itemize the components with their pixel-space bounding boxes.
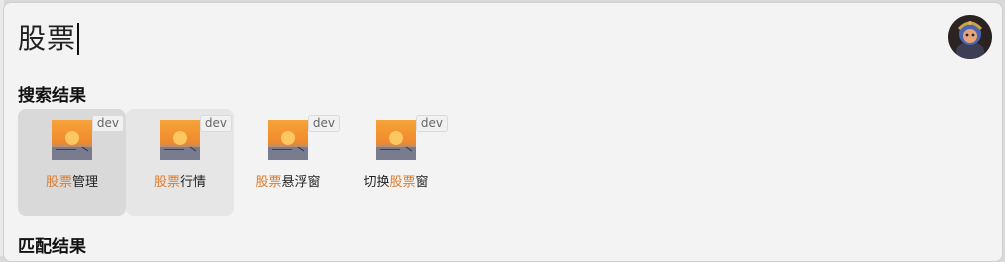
highlight-text: 股票 [255,175,282,190]
match-results-heading: 匹配结果 [18,237,86,257]
result-item-stock-quotes[interactable]: dev 股票行情 [126,109,234,216]
dev-badge: dev [91,115,124,132]
dev-badge: dev [199,115,232,132]
result-item-stock-floating-window[interactable]: dev 股票悬浮窗 [234,109,342,216]
sunset-sea-thumbnail-icon [52,120,92,160]
result-label: 股票悬浮窗 [255,175,321,190]
user-avatar[interactable] [948,15,992,59]
result-label: 股票管理 [45,175,99,190]
result-item-switch-stock-window[interactable]: dev 切换股票窗 [342,109,450,216]
avatar-image-icon [948,15,992,59]
launcher-panel: 股票 搜索结果 dev 股票管理 dev 股票行情 dev 股票悬浮窗 dev … [3,2,1003,262]
result-label: 切换股票窗 [363,175,429,190]
sunset-sea-thumbnail-icon [268,120,308,160]
highlight-text: 股票 [45,175,72,190]
text-caret [77,23,80,55]
result-label: 股票行情 [153,175,207,190]
dev-badge: dev [415,115,448,132]
search-bar[interactable]: 股票 [18,19,80,59]
search-results-heading: 搜索结果 [18,86,86,106]
dev-badge: dev [307,115,340,132]
result-item-stock-manage[interactable]: dev 股票管理 [18,109,126,216]
search-input[interactable]: 股票 [18,19,76,59]
highlight-text: 股票 [153,175,180,190]
highlight-text: 股票 [389,175,416,190]
sunset-sea-thumbnail-icon [160,120,200,160]
search-results-list: dev 股票管理 dev 股票行情 dev 股票悬浮窗 dev 切换股票窗 [18,109,450,216]
sunset-sea-thumbnail-icon [376,120,416,160]
